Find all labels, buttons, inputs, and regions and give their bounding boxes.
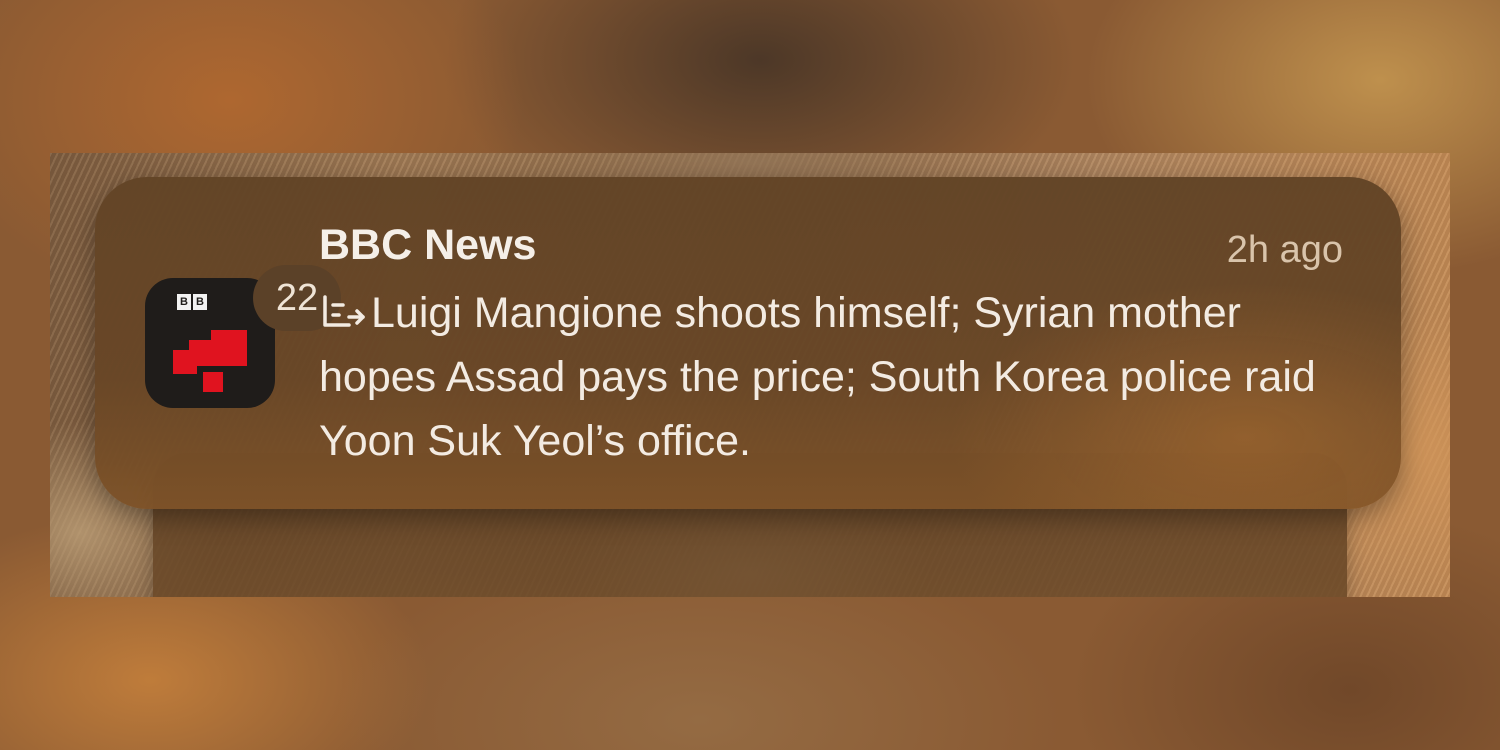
notification-message-text: Luigi Mangione shoots himself; Syrian mo…: [319, 289, 1316, 465]
notification-screenshot: B B 22 BBC News 2h ago Luigi Mangione sh…: [50, 153, 1450, 597]
summary-icon: [323, 295, 365, 327]
bbc-logo-letter: B: [193, 294, 207, 310]
bbc-news-notification[interactable]: B B 22 BBC News 2h ago Luigi Mangione sh…: [95, 177, 1401, 509]
app-name: BBC News: [319, 221, 537, 269]
notification-time: 2h ago: [1226, 229, 1343, 271]
bbc-logo-letter: B: [177, 294, 191, 310]
notification-message: Luigi Mangione shoots himself; Syrian mo…: [319, 281, 1359, 473]
bbc-logo-letters: B B: [177, 294, 207, 310]
red-square: [203, 372, 223, 392]
red-square: [211, 330, 247, 366]
red-square: [189, 340, 213, 366]
